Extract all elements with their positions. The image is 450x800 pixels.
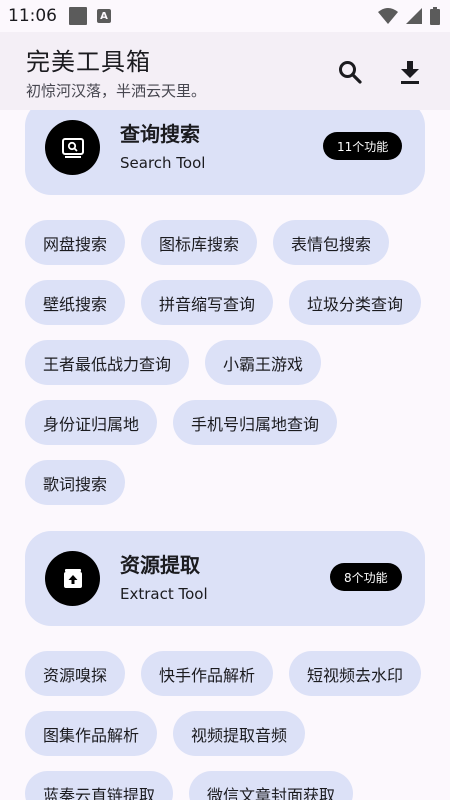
- chip-item[interactable]: 小霸王游戏: [205, 340, 322, 385]
- chip-item[interactable]: 歌词搜索: [25, 460, 126, 505]
- chip-group-search: 网盘搜索 图标库搜索 表情包搜索 壁纸搜索 拼音缩写查询 垃圾分类查询 王者最低…: [25, 220, 435, 505]
- chip-item[interactable]: 网盘搜索: [25, 220, 126, 265]
- section-title: 查询搜索: [120, 122, 200, 146]
- app-subtitle: 初惊河汉落，半洒云天里。: [26, 82, 207, 100]
- chip-group-extract: 资源嗅探 快手作品解析 短视频去水印 图集作品解析 视频提取音频 蓝奏云直链提取…: [25, 651, 435, 800]
- chip-item[interactable]: 拼音缩写查询: [141, 280, 274, 325]
- section-title: 资源提取: [120, 553, 200, 577]
- content-list[interactable]: 查询搜索 Search Tool 11个功能 网盘搜索 图标库搜索 表情包搜索 …: [0, 110, 450, 800]
- chip-item[interactable]: 快手作品解析: [141, 651, 274, 696]
- download-icon: [401, 61, 419, 84]
- chip-item[interactable]: 图标库搜索: [141, 220, 258, 265]
- notification-a-icon: A: [97, 9, 111, 23]
- search-icon: [339, 61, 362, 84]
- chip-item[interactable]: 壁纸搜索: [25, 280, 126, 325]
- section-card-extract[interactable]: 资源提取 Extract Tool 8个功能: [25, 531, 425, 626]
- search-button[interactable]: [330, 52, 370, 92]
- chip-item[interactable]: 表情包搜索: [273, 220, 390, 265]
- extract-tool-icon: [45, 551, 100, 606]
- section-subtitle: Search Tool: [120, 154, 206, 172]
- chip-item[interactable]: 手机号归属地查询: [173, 400, 338, 445]
- feature-count-badge: 11个功能: [323, 132, 403, 160]
- chip-item[interactable]: 视频提取音频: [173, 711, 306, 756]
- chip-item[interactable]: 垃圾分类查询: [289, 280, 422, 325]
- status-time: 11:06: [8, 6, 57, 26]
- chip-item[interactable]: 蓝奏云直链提取: [25, 771, 174, 800]
- app-title: 完美工具箱: [26, 48, 151, 76]
- chip-item[interactable]: 身份证归属地: [25, 400, 158, 445]
- chip-item[interactable]: 短视频去水印: [289, 651, 422, 696]
- download-button[interactable]: [390, 52, 430, 92]
- wifi-icon: [378, 8, 398, 24]
- section-subtitle: Extract Tool: [120, 585, 208, 603]
- status-bar: 11:06 A: [0, 0, 450, 32]
- chip-item[interactable]: 图集作品解析: [25, 711, 158, 756]
- search-tool-icon: [45, 120, 100, 175]
- notification-square-icon: [69, 7, 87, 25]
- section-card-search[interactable]: 查询搜索 Search Tool 11个功能: [25, 110, 425, 195]
- app-bar: 完美工具箱 初惊河汉落，半洒云天里。: [0, 32, 450, 110]
- feature-count-badge: 8个功能: [330, 563, 402, 591]
- battery-icon: [430, 7, 440, 25]
- chip-item[interactable]: 微信文章封面获取: [189, 771, 354, 800]
- chip-item[interactable]: 资源嗅探: [25, 651, 126, 696]
- signal-icon: [406, 8, 422, 24]
- chip-item[interactable]: 王者最低战力查询: [25, 340, 190, 385]
